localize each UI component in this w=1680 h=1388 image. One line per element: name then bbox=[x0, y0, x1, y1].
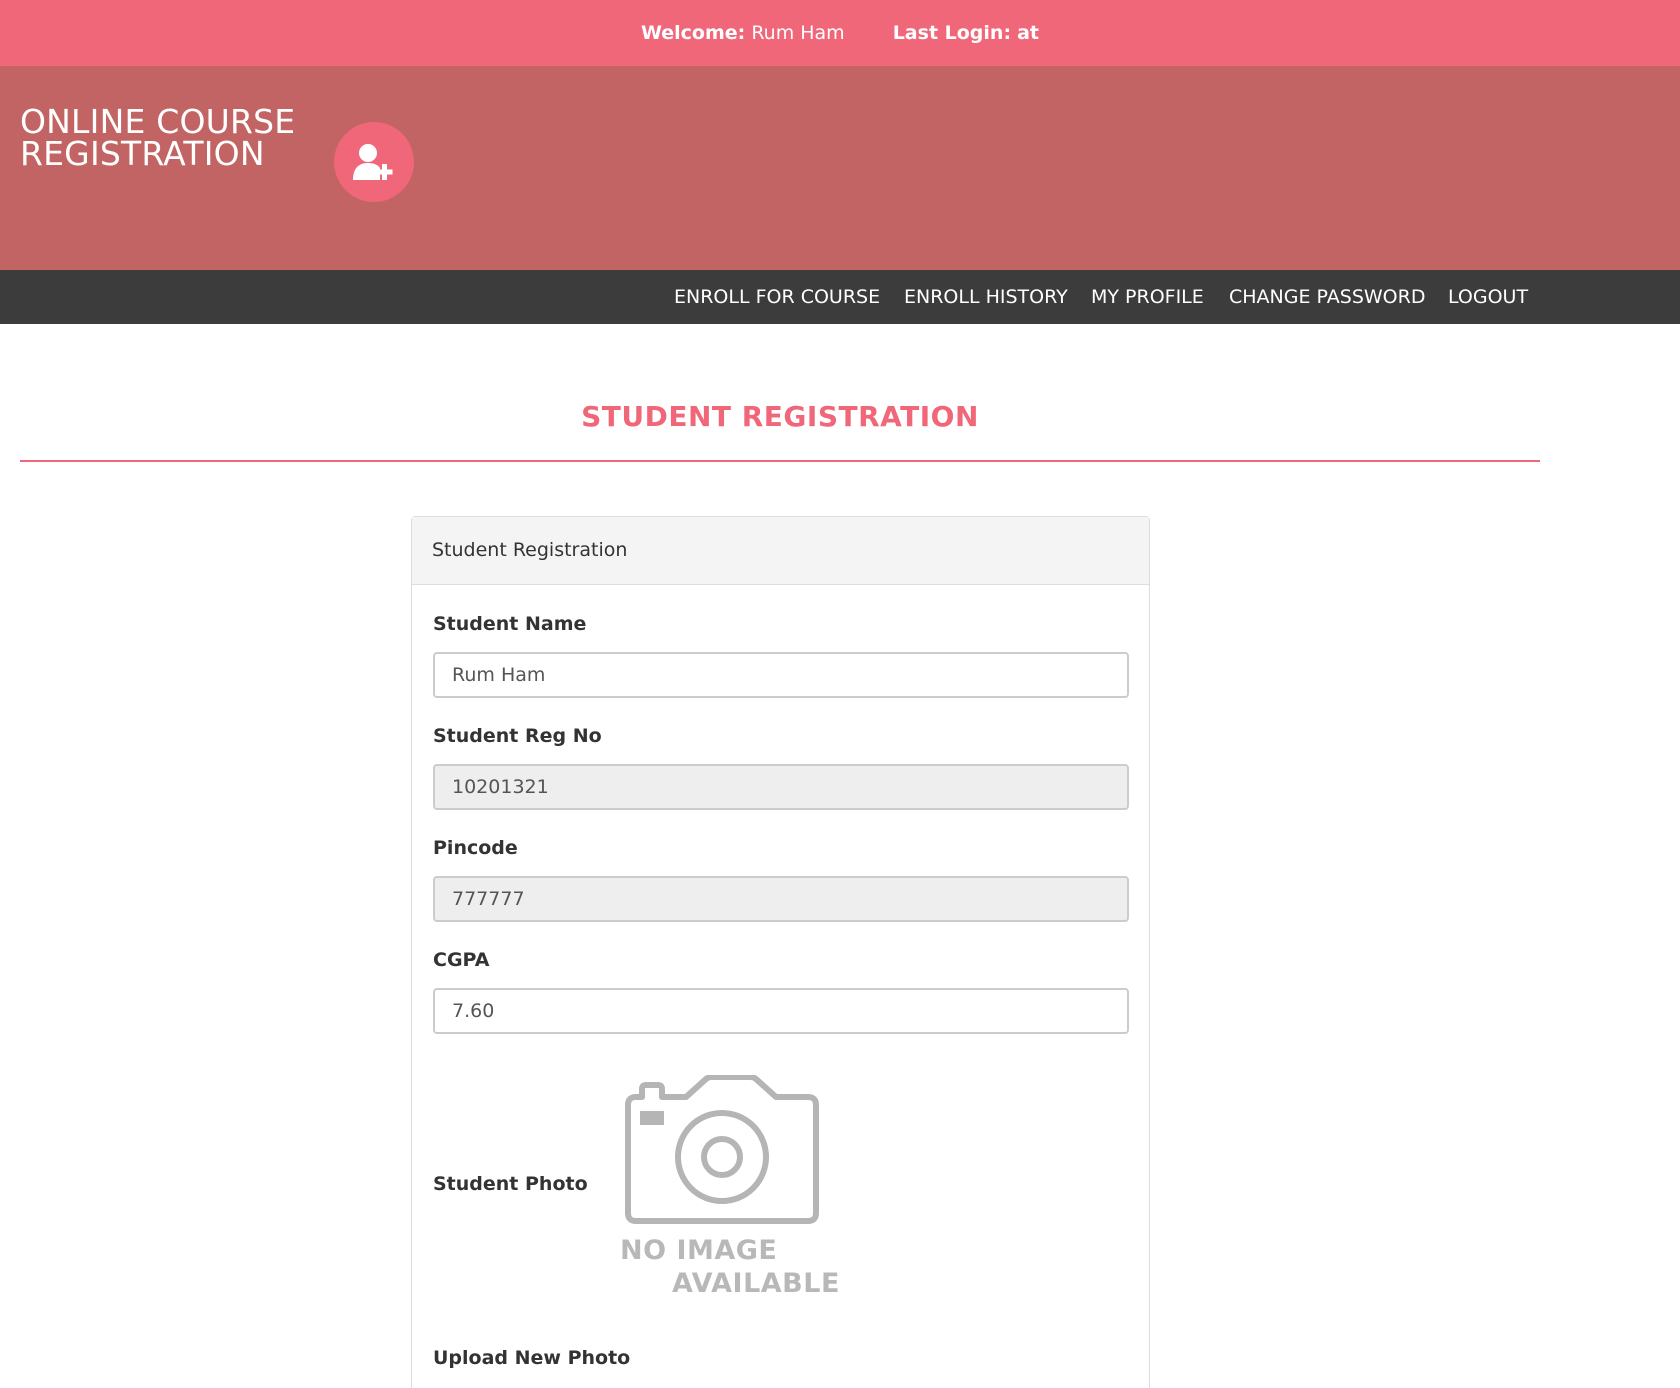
student-photo-label: Student Photo bbox=[433, 1173, 588, 1195]
site-header: ONLINE COURSE REGISTRATION bbox=[0, 66, 1680, 270]
nav-logout[interactable]: LOGOUT bbox=[1448, 270, 1528, 324]
welcome-bar: Welcome: Rum Ham Last Login: at bbox=[0, 0, 1680, 66]
pincode-label: Pincode bbox=[433, 837, 518, 859]
student-name-label: Student Name bbox=[433, 613, 587, 635]
title-divider bbox=[20, 460, 1540, 462]
last-login-value: at bbox=[1017, 22, 1039, 44]
welcome-user-name: Rum Ham bbox=[751, 22, 845, 44]
user-plus-icon bbox=[334, 122, 414, 202]
cgpa-input[interactable] bbox=[433, 988, 1129, 1034]
pincode-input[interactable] bbox=[433, 876, 1129, 922]
last-login-group: Last Login: at bbox=[893, 22, 1039, 44]
site-logo-text[interactable]: ONLINE COURSE REGISTRATION bbox=[20, 105, 295, 173]
nav-enroll-for-course[interactable]: ENROLL FOR COURSE bbox=[674, 270, 880, 324]
student-photo-placeholder: NO IMAGE AVAILABLE bbox=[620, 1075, 839, 1315]
page-title: STUDENT REGISTRATION bbox=[581, 400, 979, 433]
upload-photo-label: Upload New Photo bbox=[433, 1347, 631, 1369]
no-image-text-line1: NO IMAGE bbox=[620, 1235, 778, 1266]
no-image-text-line2: AVAILABLE bbox=[672, 1268, 840, 1299]
nav-change-password[interactable]: CHANGE PASSWORD bbox=[1229, 270, 1425, 324]
cgpa-label: CGPA bbox=[433, 949, 490, 971]
welcome-label: Welcome: bbox=[640, 22, 746, 44]
welcome-group: Welcome: Rum Ham bbox=[641, 22, 845, 44]
reg-no-input[interactable] bbox=[433, 764, 1129, 810]
registration-panel: Student Registration Student Name Studen… bbox=[411, 516, 1150, 1388]
panel-heading: Student Registration bbox=[412, 517, 1149, 585]
brand-line-2: REGISTRATION bbox=[20, 134, 265, 173]
reg-no-label: Student Reg No bbox=[433, 725, 602, 747]
student-name-input[interactable] bbox=[433, 652, 1129, 698]
last-login-label: Last Login: bbox=[892, 22, 1012, 44]
camera-icon bbox=[625, 1075, 819, 1224]
nav-enroll-history[interactable]: ENROLL HISTORY bbox=[904, 270, 1068, 324]
nav-my-profile[interactable]: MY PROFILE bbox=[1091, 270, 1204, 324]
main-nav: ENROLL FOR COURSE ENROLL HISTORY MY PROF… bbox=[0, 270, 1680, 324]
